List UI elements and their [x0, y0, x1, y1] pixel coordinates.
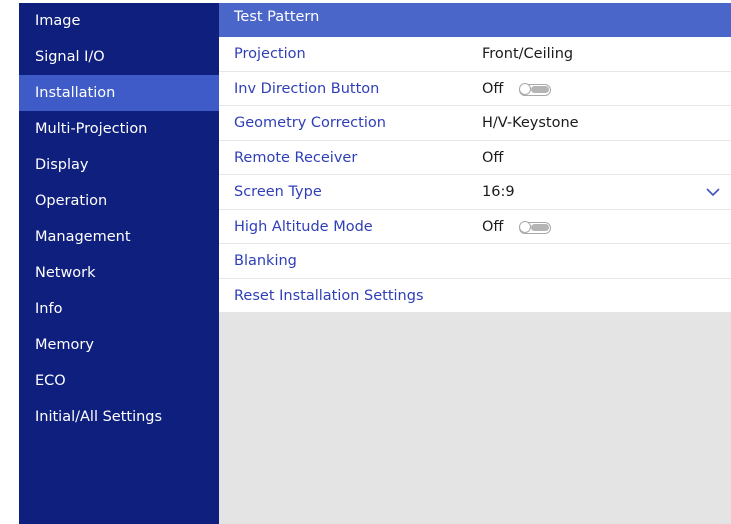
chevron-down-icon[interactable]	[705, 186, 721, 198]
menu-row-value: 16:9	[482, 184, 515, 200]
menu-row-label: Remote Receiver	[234, 149, 358, 166]
toggle-switch[interactable]	[519, 220, 551, 234]
sidebar: Image Signal I/O Installation Multi-Proj…	[19, 3, 219, 524]
menu-row-label: High Altitude Mode	[234, 218, 373, 235]
menu-row-remote-receiver[interactable]: Remote Receiver Off	[219, 140, 731, 175]
sidebar-item-info[interactable]: Info	[19, 291, 219, 327]
menu-row-value: Off	[482, 218, 504, 235]
sidebar-item-signal-io[interactable]: Signal I/O	[19, 39, 219, 75]
sidebar-item-image[interactable]: Image	[19, 3, 219, 39]
menu-row-value: Off	[482, 80, 504, 97]
projector-menu: Image Signal I/O Installation Multi-Proj…	[19, 3, 731, 524]
menu-row-screen-type[interactable]: Screen Type 16:9	[219, 175, 731, 210]
menu-row-projection[interactable]: Projection Front/Ceiling	[219, 37, 731, 72]
sidebar-item-management[interactable]: Management	[19, 219, 219, 255]
menu-row-reset-installation-settings[interactable]: Reset Installation Settings	[219, 278, 731, 313]
menu-row-high-altitude-mode[interactable]: High Altitude Mode Off	[219, 209, 731, 244]
toggle-track	[531, 223, 549, 231]
sidebar-item-operation[interactable]: Operation	[19, 183, 219, 219]
toggle-knob	[519, 220, 531, 233]
menu-row-label: Screen Type	[234, 184, 322, 200]
menu-row-label: Geometry Correction	[234, 115, 386, 131]
menu-row-label: Blanking	[234, 253, 297, 269]
sidebar-item-multi-projection[interactable]: Multi-Projection	[19, 111, 219, 147]
settings-panel: Test Pattern Projection Front/Ceiling In…	[219, 3, 731, 524]
menu-row-test-pattern[interactable]: Test Pattern	[219, 3, 731, 37]
sidebar-item-eco[interactable]: ECO	[19, 363, 219, 399]
sidebar-item-memory[interactable]: Memory	[19, 327, 219, 363]
toggle-track	[531, 85, 549, 93]
menu-row-label: Projection	[234, 46, 306, 62]
menu-row-inv-direction-button[interactable]: Inv Direction Button Off	[219, 71, 731, 106]
sidebar-item-installation[interactable]: Installation	[19, 75, 219, 111]
toggle-switch[interactable]	[519, 82, 551, 96]
sidebar-item-initial-all-settings[interactable]: Initial/All Settings	[19, 399, 219, 435]
menu-row-blanking[interactable]: Blanking	[219, 244, 731, 279]
menu-row-label: Reset Installation Settings	[234, 287, 424, 304]
menu-row-label: Inv Direction Button	[234, 80, 380, 97]
toggle-knob	[519, 82, 531, 95]
menu-row-geometry-correction[interactable]: Geometry Correction H/V-Keystone	[219, 106, 731, 141]
menu-row-label: Test Pattern	[234, 9, 320, 25]
menu-row-value: Front/Ceiling	[482, 46, 574, 62]
menu-row-value: Off	[482, 149, 504, 166]
sidebar-item-network[interactable]: Network	[19, 255, 219, 291]
sidebar-item-display[interactable]: Display	[19, 147, 219, 183]
menu-row-value: H/V-Keystone	[482, 115, 579, 131]
